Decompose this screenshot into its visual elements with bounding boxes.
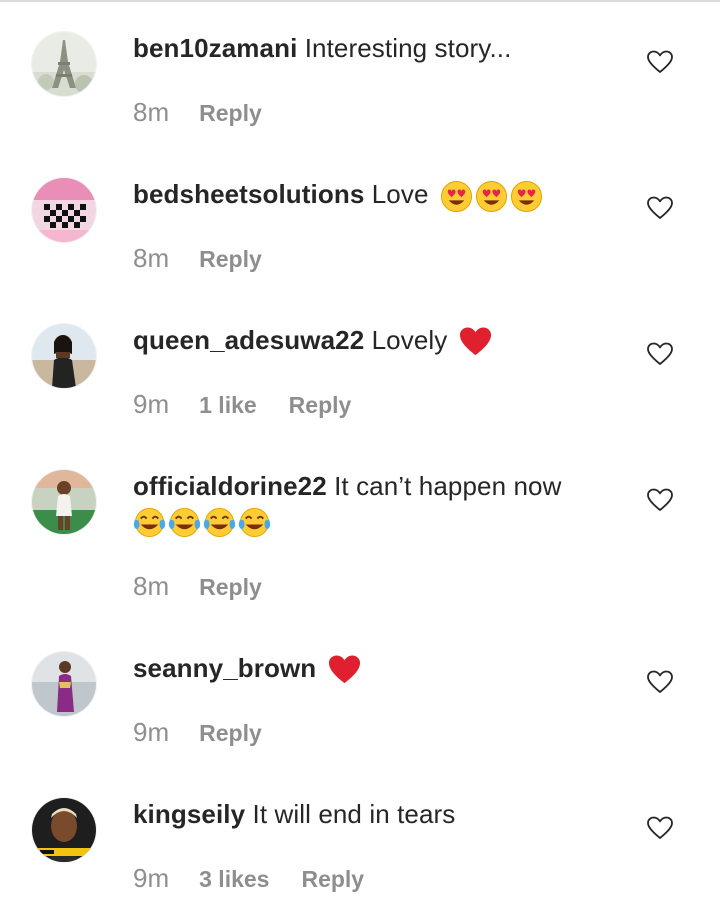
comment-username[interactable]: queen_adesuwa22 [133, 325, 364, 355]
likes-count[interactable]: 3 likes [199, 866, 269, 893]
like-heart-icon[interactable] [647, 816, 673, 840]
reply-button[interactable]: Reply [301, 866, 364, 893]
comment-text: Love [371, 179, 429, 209]
comment-username[interactable]: officialdorine22 [133, 471, 327, 501]
avatar[interactable] [32, 798, 96, 862]
like-heart-icon[interactable] [647, 488, 673, 512]
avatar-bedsheet-icon [32, 178, 96, 242]
heart-eyes-emoji-icon [440, 180, 473, 213]
red-heart-emoji-icon [459, 326, 492, 359]
like-heart-icon[interactable] [647, 342, 673, 366]
avatar-eiffel-tower-icon [32, 32, 96, 96]
tears-of-joy-emoji-icon [133, 506, 166, 539]
reply-button[interactable]: Reply [199, 574, 262, 601]
comment-username[interactable]: bedsheetsolutions [133, 179, 364, 209]
heart-eyes-emoji-icon [510, 180, 543, 213]
avatar[interactable] [32, 32, 96, 96]
comment-timestamp: 9m [133, 717, 170, 747]
reply-button[interactable]: Reply [289, 392, 352, 419]
avatar-woman-poolside-icon [32, 470, 96, 534]
tears-of-joy-emoji-icon [203, 506, 236, 539]
like-heart-icon[interactable] [647, 670, 673, 694]
comment-username[interactable]: kingseily [133, 799, 245, 829]
comment-text: Interesting story... [304, 33, 512, 63]
avatar[interactable] [32, 324, 96, 388]
comment-list: ben10zamani Interesting story... 8m Repl… [0, 0, 720, 904]
tears-of-joy-emoji-icon [238, 506, 271, 539]
likes-count[interactable]: 1 like [199, 392, 257, 419]
avatar-man-portrait-icon [32, 798, 96, 862]
avatar[interactable] [32, 652, 96, 716]
avatar[interactable] [32, 178, 96, 242]
like-heart-icon[interactable] [647, 196, 673, 220]
reply-button[interactable]: Reply [199, 100, 262, 127]
comment-username[interactable]: seanny_brown [133, 653, 316, 683]
comment-timestamp: 9m [133, 389, 170, 419]
avatar-woman-outdoor-icon [32, 324, 96, 388]
comment-username[interactable]: ben10zamani [133, 33, 297, 63]
comment-timestamp: 8m [133, 97, 170, 127]
red-heart-emoji-icon [328, 654, 361, 687]
avatar[interactable] [32, 470, 96, 534]
reply-button[interactable]: Reply [199, 246, 262, 273]
comment-timestamp: 9m [133, 863, 170, 893]
like-heart-icon[interactable] [647, 50, 673, 74]
comment-text: It will end in tears [252, 799, 456, 829]
avatar-woman-purple-dress-icon [32, 652, 96, 716]
comment-timestamp: 8m [133, 571, 170, 601]
heart-eyes-emoji-icon [475, 180, 508, 213]
reply-button[interactable]: Reply [199, 720, 262, 747]
comment-timestamp: 8m [133, 243, 170, 273]
comment-text: It can’t happen now [334, 471, 562, 501]
tears-of-joy-emoji-icon [168, 506, 201, 539]
comment-text: Lovely [371, 325, 448, 355]
